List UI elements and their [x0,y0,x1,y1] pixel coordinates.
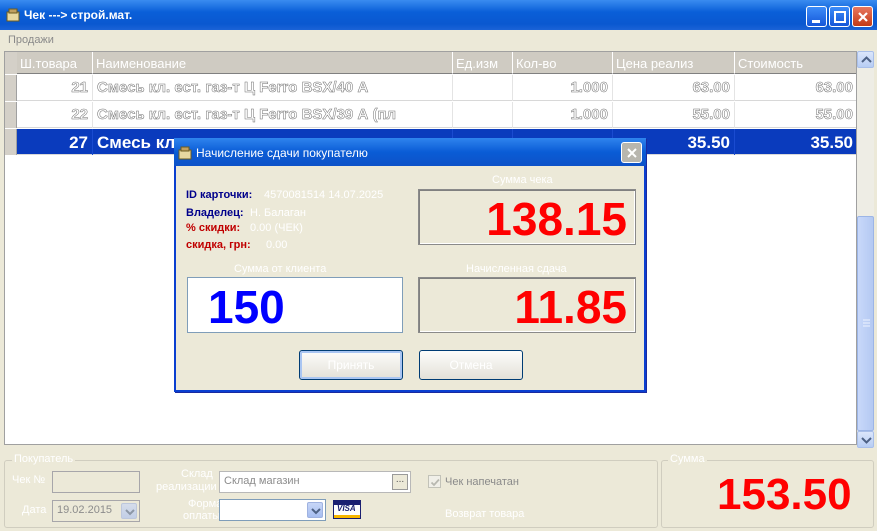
change-box: 11.85 [418,277,636,333]
column-header-price[interactable]: Цена реализ [613,52,735,74]
row-indicator[interactable] [5,75,17,101]
column-header-qty[interactable]: Кол-во [513,52,613,74]
window-titlebar: Чек ---> строй.мат. [0,0,877,30]
check-number-label: Чек № [12,474,46,486]
scroll-down-button[interactable] [857,431,874,448]
payment-label: Форма [188,498,223,510]
menu-item-sales[interactable]: Продажи [8,34,54,46]
check-sum-value: 138.15 [486,193,627,245]
discount-percent-label: % скидки: [186,222,241,234]
cell-code: 22 [17,102,93,128]
owner-label: Владелец: [186,207,244,219]
checkmark-icon [430,478,440,487]
column-header-cost[interactable]: Стоимость [735,52,856,74]
dialog-close-button[interactable] [621,142,642,163]
from-client-caption: Сумма от клиента [234,263,327,275]
cell-name: Смесь кл. ест. газ-т Ц Ferro BSX/40 А [93,75,453,101]
close-icon [627,148,637,158]
scroll-thumb[interactable] [857,216,874,431]
cell-code: 21 [17,75,93,101]
close-icon [858,12,868,22]
check-sum-caption: Сумма чека [492,174,553,186]
date-dropdown-button[interactable] [121,503,137,519]
discount-amount-label: скидка, грн: [186,239,251,251]
dialog-title: Начисление сдачи покупателю [196,146,368,160]
table-row[interactable]: 22 Смесь кл. ест. газ-т Ц Ferro BSX/39 А… [5,102,856,128]
discount-percent-value: 0.00 (ЧЕК) [250,222,303,234]
printed-checkbox[interactable] [428,475,441,488]
payment-sublabel: оплаты [183,510,221,522]
grip-icon [863,319,870,327]
chevron-down-icon [861,437,872,444]
printed-label: Чек напечатан [445,476,519,488]
footer-panel: Покупатель Чек № Дата 19.02.2015 Склад р… [0,450,877,531]
column-header-name[interactable]: Наименование [93,52,453,74]
maximize-button[interactable] [829,6,850,27]
minimize-button[interactable] [806,6,827,27]
minimize-icon [812,20,820,23]
date-label: Дата [22,504,47,516]
total-amount: 153.50 [717,470,852,519]
row-indicator[interactable] [5,129,17,155]
warehouse-field: Склад магазин [219,471,411,493]
change-dialog: Начисление сдачи покупателю ID карточки:… [174,138,646,392]
cell-code: 27 [17,129,93,155]
check-sum-box: 138.15 [418,189,636,245]
table-row[interactable]: 21 Смесь кл. ест. газ-т Ц Ferro BSX/40 А… [5,75,856,101]
cell-cost: 55.00 [735,102,856,128]
chevron-up-icon [861,56,872,63]
cell-unit [453,102,513,128]
close-button[interactable] [852,6,873,27]
app-icon [6,8,20,22]
cancel-button[interactable]: Отмена [419,350,523,380]
cell-qty: 1.000 [513,102,613,128]
column-header-code[interactable]: Ш.товара [17,52,93,74]
warehouse-value: Склад магазин [224,475,300,487]
visa-label: VISA [337,504,356,513]
date-value: 19.02.2015 [57,504,113,516]
window-title: Чек ---> строй.мат. [24,8,133,22]
chevron-down-icon [311,508,321,515]
discount-amount-value: 0.00 [266,239,288,251]
from-client-input[interactable]: 150 [187,277,403,333]
cell-price: 55.00 [613,102,735,128]
chevron-down-icon [125,509,135,516]
total-caption: Сумма [668,453,707,465]
scroll-up-button[interactable] [857,51,874,68]
change-value: 11.85 [514,281,627,333]
warehouse-sublabel: реализации [156,481,217,493]
row-indicator[interactable] [5,102,17,128]
menu-bar: Продажи [0,30,877,50]
warehouse-label: Склад [181,468,213,480]
grid-header: Ш.товара Наименование Ед.изм Кол-во Цена… [5,52,856,74]
card-id-value: 4570081514 14.07.2025 [264,189,384,201]
ellipsis-button[interactable]: ... [392,474,408,490]
cell-unit [453,75,513,101]
from-client-value: 150 [208,281,285,333]
app-icon [178,146,192,160]
return-label: Возврат товара [445,508,525,520]
change-caption: Начисленная сдача [466,263,567,275]
payment-dropdown-button[interactable] [307,502,323,518]
cell-qty: 1.000 [513,75,613,101]
cell-name: Смесь кл. ест. газ-т Ц Ferro BSX/39 А (п… [93,102,453,128]
owner-value: Н. Балаган [250,207,306,219]
grid-scrollbar[interactable] [857,51,874,448]
accept-button[interactable]: Принять [299,350,403,380]
cell-price: 63.00 [613,75,735,101]
check-number-field [52,471,140,493]
dialog-titlebar: Начисление сдачи покупателю [174,138,646,166]
visa-card-icon: VISA [333,500,361,519]
cell-cost: 35.50 [735,129,856,155]
card-id-label: ID карточки: [186,189,253,201]
cell-cost: 63.00 [735,75,856,101]
customer-group-label: Покупатель [12,453,76,465]
maximize-icon [834,11,846,23]
column-header-unit[interactable]: Ед.изм [453,52,513,74]
